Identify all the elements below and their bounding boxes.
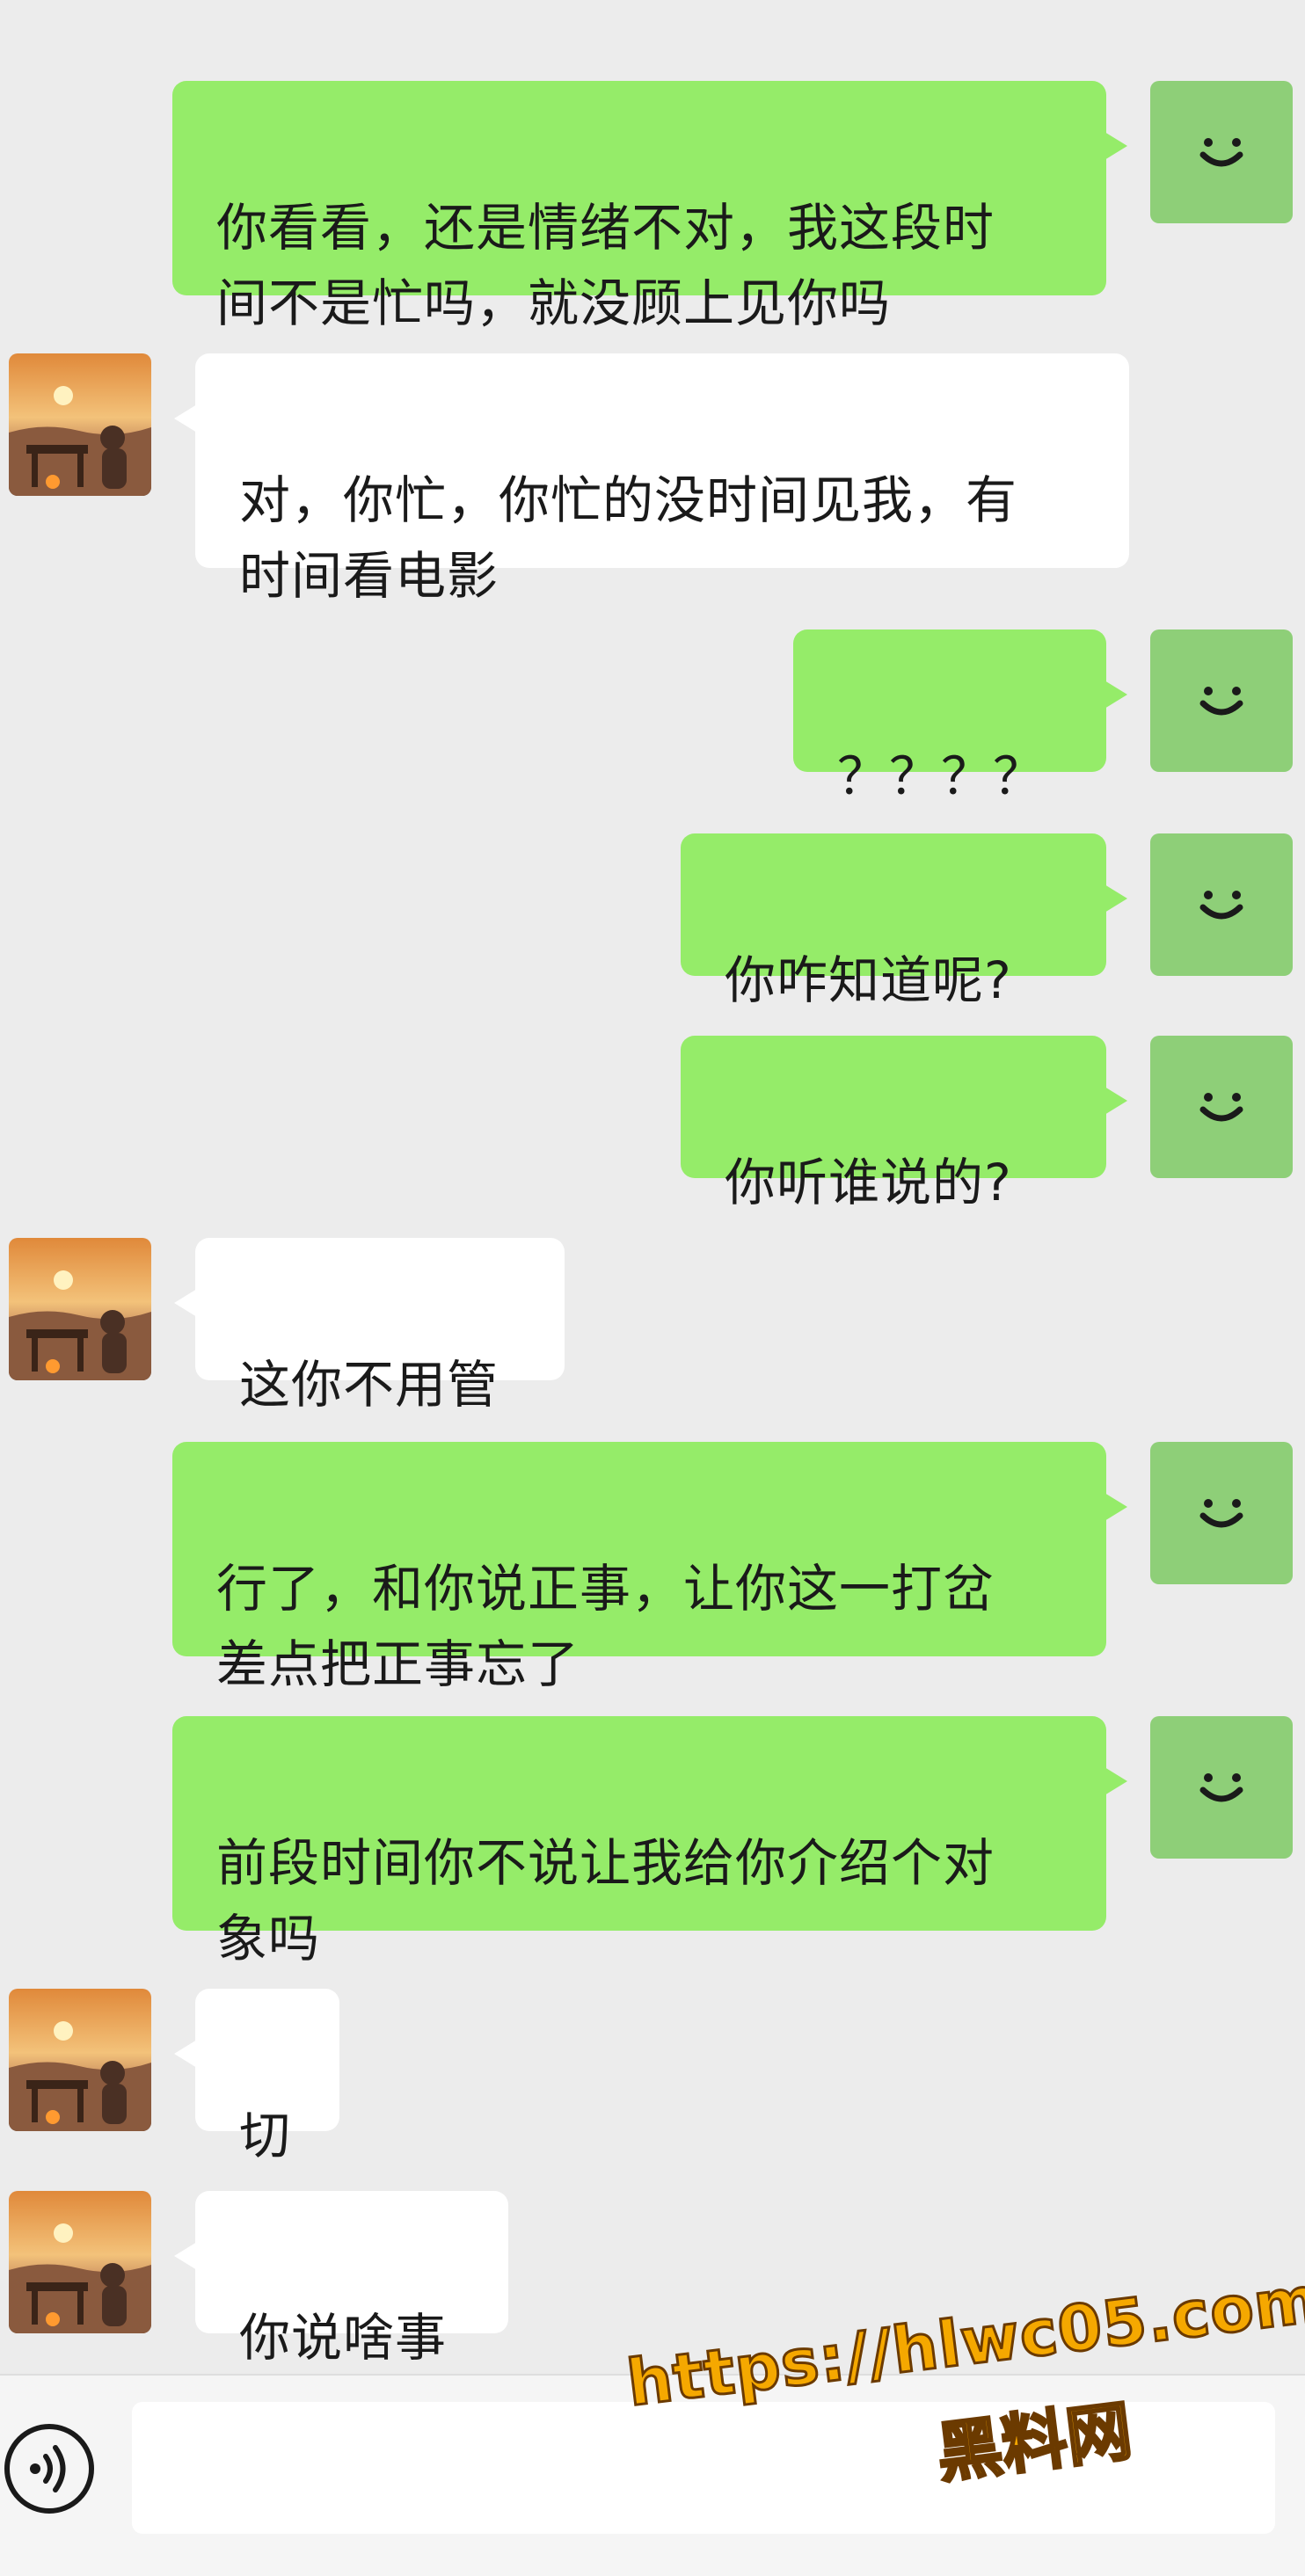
sunset-photo-icon [9,1989,151,2131]
smiley-face-icon [1199,1773,1243,1802]
contact-avatar[interactable] [9,1238,151,1380]
my-avatar[interactable] [1150,81,1293,223]
message-text: 这你不用管 [239,1355,499,1415]
my-avatar[interactable] [1150,833,1293,976]
my-avatar[interactable] [1150,1442,1293,1584]
contact-message-bubble[interactable]: 对，你忙，你忙的没时间见我，有 时间看电影 [174,353,1129,606]
smiley-face-icon [1199,1093,1243,1122]
contact-avatar[interactable] [9,2191,151,2333]
message-text: 你咋知道呢? [725,950,1012,1010]
message-text: 你听谁说的? [725,1153,1012,1212]
my-avatar[interactable] [1150,629,1293,772]
message-text: ？？？？ [837,746,1046,806]
message-text: 你看看，还是情绪不对，我这段时 间不是忙吗，就没顾上见你吗 [216,198,995,333]
smiley-face-icon [1199,891,1243,920]
my-message-bubble[interactable]: ？？？？ [793,629,1127,806]
contact-message-bubble[interactable]: 切 [174,1989,339,2165]
my-avatar[interactable] [1150,1036,1293,1178]
my-message-bubble[interactable]: 你咋知道呢? [681,833,1127,1010]
voice-input-button[interactable] [0,2420,98,2518]
my-message-bubble[interactable]: 你看看，还是情绪不对，我这段时 间不是忙吗，就没顾上见你吗 [172,81,1127,333]
smiley-face-icon [1199,687,1243,716]
sunset-photo-icon [9,2191,151,2333]
message-text: 切 [239,2106,292,2165]
my-message-bubble[interactable]: 前段时间你不说让我给你介绍个对 象吗 [172,1716,1127,1968]
my-message-bubble[interactable]: 你听谁说的? [681,1036,1127,1212]
contact-avatar[interactable] [9,1989,151,2131]
message-input[interactable] [132,2402,1275,2534]
contact-message-bubble[interactable]: 这你不用管 [174,1238,565,1415]
chat-message-list[interactable]: 你看看，还是情绪不对，我这段时 间不是忙吗，就没顾上见你吗 对，你忙，你忙的没时… [0,0,1305,2374]
sunset-photo-icon [9,1238,151,1380]
message-text: 前段时间你不说让我给你介绍个对 象吗 [216,1833,995,1968]
contact-avatar[interactable] [9,353,151,496]
voice-input-icon [4,2424,94,2514]
chat-input-bar [0,2374,1305,2576]
my-message-bubble[interactable]: 行了，和你说正事，让你这一打岔 差点把正事忘了 [172,1442,1127,1694]
message-text: 你说啥事 [239,2308,448,2368]
message-text: 行了，和你说正事，让你这一打岔 差点把正事忘了 [216,1559,995,1694]
contact-message-bubble[interactable]: 你说啥事 [174,2191,508,2368]
my-avatar[interactable] [1150,1716,1293,1859]
message-text: 对，你忙，你忙的没时间见我，有 时间看电影 [239,470,1018,606]
smiley-face-icon [1199,1499,1243,1528]
sunset-photo-icon [9,353,151,496]
smiley-face-icon [1199,138,1243,167]
